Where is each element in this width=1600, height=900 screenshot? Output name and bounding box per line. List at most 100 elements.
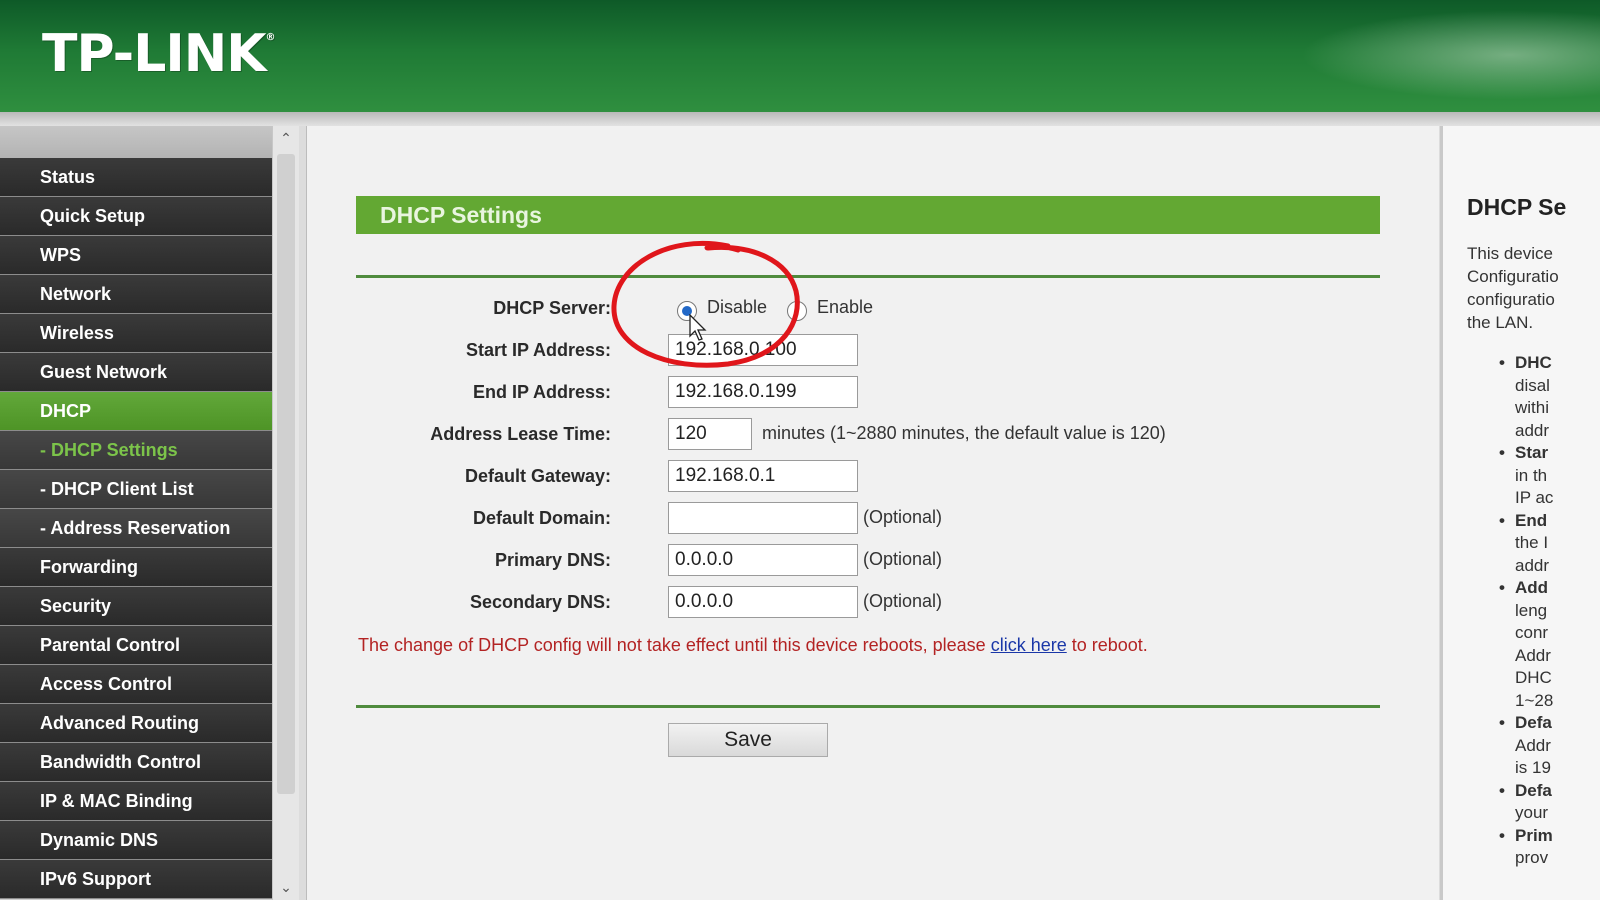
top-divider — [356, 275, 1380, 278]
sidebar-menu: Status Quick Setup WPS Network Wireless Guest… — [0, 126, 272, 900]
help-intro: This device Configuratio configuratio the L… — [1467, 242, 1600, 334]
sidebar-item-network[interactable]: Network — [0, 275, 272, 314]
sidebar-item-dhcp-client-list[interactable]: - DHCP Client List — [0, 470, 272, 509]
dhcp-server-label: DHCP Server: — [493, 298, 611, 318]
help-item-heading: DHC — [1515, 353, 1552, 372]
reboot-notice-tail: to reboot. — [1066, 635, 1148, 655]
secondary-dns-optional-hint: (Optional) — [863, 591, 943, 611]
bottom-divider — [356, 705, 1380, 708]
sidebar-item-guest-network[interactable]: Guest Network — [0, 353, 272, 392]
sidebar-item-dhcp-settings[interactable]: - DHCP Settings — [0, 431, 272, 470]
help-item: Add leng conr Addr DHC 1~28 — [1499, 577, 1600, 712]
header-divider — [0, 112, 1600, 126]
help-item-line: the I — [1515, 533, 1549, 552]
chevron-up-icon[interactable]: ⌃ — [273, 130, 299, 147]
sidebar-item-ip-mac-binding[interactable]: IP & MAC Binding — [0, 782, 272, 821]
help-item-heading: End — [1515, 510, 1548, 530]
dhcp-enable-label[interactable]: Enable — [817, 297, 873, 318]
help-intro-line: Configuratio — [1467, 267, 1559, 286]
help-item-line: your — [1515, 803, 1549, 822]
help-list: DHC disal withi addr Star in th IP ac End the I a… — [1499, 352, 1600, 870]
help-item-line: IP ac — [1515, 488, 1554, 507]
help-item-line: leng — [1515, 600, 1548, 620]
tp-link-logo: TP-LINK® — [42, 24, 276, 84]
sidebar-item-dynamic-dns[interactable]: Dynamic DNS — [0, 821, 272, 860]
help-item-heading: Star — [1515, 443, 1549, 462]
help-item-line: 1~28 — [1515, 690, 1554, 710]
help-panel: DHCP Se This device Configuratio configura… — [1440, 126, 1600, 900]
sidebar-scrollbar[interactable]: ⌃ ⌄ — [272, 126, 299, 900]
header-swoosh — [1300, 10, 1600, 100]
chevron-down-icon[interactable]: ⌄ — [273, 879, 299, 896]
help-item-line: is 19 — [1515, 758, 1551, 777]
help-item-line: addr — [1515, 420, 1550, 440]
domain-optional-hint: (Optional) — [863, 507, 943, 527]
help-item: DHC disal withi addr — [1499, 352, 1600, 442]
help-item-heading: Defa — [1515, 713, 1552, 732]
header-banner: TP-LINK® — [0, 0, 1600, 112]
sidebar-item-address-reservation[interactable]: - Address Reservation — [0, 509, 272, 548]
help-intro-line: This device — [1467, 244, 1553, 263]
sidebar-item-security[interactable]: Security — [0, 587, 272, 626]
sidebar-item-status[interactable]: Status — [0, 158, 272, 197]
sidebar-item-wireless[interactable]: Wireless — [0, 314, 272, 353]
sidebar-item-dhcp[interactable]: DHCP — [0, 392, 272, 431]
sidebar-item-forwarding[interactable]: Forwarding — [0, 548, 272, 587]
help-item-line: disal — [1515, 375, 1550, 395]
dhcp-enable-radio[interactable] — [787, 301, 807, 321]
help-item-line: prov — [1515, 848, 1549, 867]
reboot-notice-text: The change of DHCP config will not take … — [358, 635, 991, 655]
help-intro-line: configuratio — [1467, 290, 1555, 309]
scrollbar-thumb[interactable] — [277, 154, 295, 794]
help-item-line: Addr — [1515, 645, 1551, 665]
domain-input[interactable] — [668, 502, 858, 534]
help-item: End the I addr — [1499, 510, 1600, 578]
menu-list: Status Quick Setup WPS Network Wireless Guest… — [0, 158, 272, 899]
help-item-heading: Prim — [1515, 825, 1553, 845]
secondary-dns-input[interactable]: 0.0.0.0 — [668, 586, 858, 618]
primary-dns-input[interactable]: 0.0.0.0 — [668, 544, 858, 576]
primary-dns-label: Primary DNS: — [494, 550, 611, 570]
help-item-line: withi — [1515, 398, 1550, 417]
gateway-label: Default Gateway: — [464, 466, 611, 486]
sidebar-item-bandwidth-control[interactable]: Bandwidth Control — [0, 743, 272, 782]
dhcp-disable-label[interactable]: Disable — [707, 297, 767, 318]
help-intro-line: the LAN. — [1467, 313, 1534, 332]
sidebar-top-strip — [0, 126, 272, 158]
start-ip-label: Start IP Address: — [465, 340, 611, 360]
help-title: DHCP Se — [1467, 194, 1567, 220]
sidebar-item-quick-setup[interactable]: Quick Setup — [0, 197, 272, 236]
domain-label: Default Domain: — [472, 508, 611, 528]
help-item-line: addr — [1515, 555, 1550, 575]
lease-time-label: Address Lease Time: — [430, 424, 611, 444]
sidebar-item-access-control[interactable]: Access Control — [0, 665, 272, 704]
end-ip-input[interactable]: 192.168.0.199 — [668, 376, 858, 408]
help-item: Defa your — [1499, 780, 1600, 825]
help-item: Prim prov — [1499, 825, 1600, 870]
sidebar-item-ipv6-support[interactable]: IPv6 Support — [0, 860, 272, 899]
secondary-dns-label: Secondary DNS: — [469, 592, 611, 612]
end-ip-label: End IP Address: — [472, 382, 611, 402]
save-button[interactable]: Save — [668, 723, 828, 757]
dhcp-disable-radio[interactable] — [677, 301, 697, 321]
reboot-notice: The change of DHCP config will not take … — [358, 635, 1148, 656]
help-item-line: DHC — [1515, 668, 1552, 687]
help-item-line: in th — [1515, 465, 1548, 485]
main-panel: DHCP Settings DHCP Server: Disable Enabl… — [306, 126, 1439, 900]
start-ip-input[interactable]: 192.168.0.100 — [668, 334, 858, 366]
lease-time-input[interactable]: 120 — [668, 418, 752, 450]
sidebar-item-parental-control[interactable]: Parental Control — [0, 626, 272, 665]
gateway-input[interactable]: 192.168.0.1 — [668, 460, 858, 492]
lease-time-hint: minutes (1~2880 minutes, the default val… — [762, 423, 1166, 443]
sidebar-item-advanced-routing[interactable]: Advanced Routing — [0, 704, 272, 743]
help-item-heading: Defa — [1515, 780, 1552, 800]
help-item-heading: Add — [1515, 578, 1549, 597]
help-item-line: Addr — [1515, 735, 1551, 755]
help-item: Defa Addr is 19 — [1499, 712, 1600, 780]
sidebar-item-wps[interactable]: WPS — [0, 236, 272, 275]
help-item: Star in th IP ac — [1499, 442, 1600, 510]
help-item-line: conr — [1515, 623, 1549, 642]
primary-dns-optional-hint: (Optional) — [863, 549, 943, 569]
reboot-link[interactable]: click here — [991, 635, 1067, 655]
page-title: DHCP Settings — [356, 196, 1380, 234]
